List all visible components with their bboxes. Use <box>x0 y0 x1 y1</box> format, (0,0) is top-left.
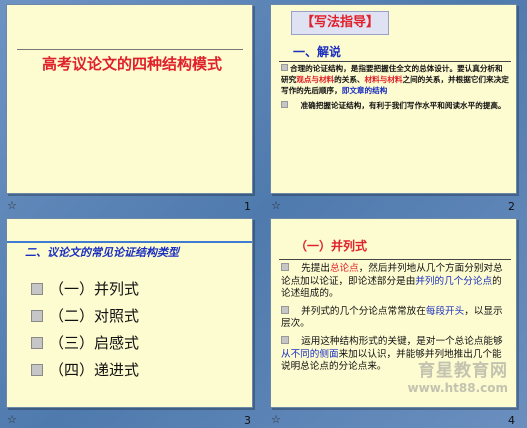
divider-line <box>279 259 511 260</box>
star-icon: ☆ <box>7 199 17 212</box>
bullet-icon <box>31 282 43 295</box>
paragraph: 合理的论证结构，是指要把握住全文的总体设计。要认真分析和研究观点与材料的关系、材… <box>281 64 509 96</box>
list-item: （二）对照式 <box>31 302 139 329</box>
bullet-icon <box>31 336 43 349</box>
bullet-icon <box>281 100 288 108</box>
bullet-icon <box>31 309 43 322</box>
slide-number: 2 <box>508 200 515 213</box>
bullet-icon <box>281 64 288 71</box>
slide-thumbnail-1[interactable]: 高考议论文的四种结构模式 ☆ 1 <box>0 0 263 214</box>
list-item: （一）并列式 <box>31 275 139 302</box>
paragraph: 先提出总论点，然后并列地从几个方面分别对总论点加以论证，即论述部分是由并列的几个… <box>281 263 503 300</box>
paragraph: 准确把握论证结构，有利于我们写作水平和阅读水平的提高。 <box>281 100 509 111</box>
slide-title: 高考议论文的四种结构模式 <box>41 55 222 73</box>
bullet-icon <box>281 305 289 314</box>
list-item: （四）递进式 <box>31 356 139 383</box>
section-heading: 一、解说 <box>293 45 342 59</box>
watermark: 育星教育网 www.ht88.com <box>407 361 508 395</box>
slide-canvas: 二、议论文的常见论证结构类型 （一）并列式 （二）对照式 （三）启感式 （四）递… <box>6 218 253 408</box>
divider-line <box>279 61 511 62</box>
star-icon: ☆ <box>7 413 17 426</box>
bullet-icon <box>281 263 289 271</box>
slide-header: 【写法指导】 <box>291 11 389 35</box>
slide-body: 合理的论证结构，是指要把握住全文的总体设计。要认真分析和研究观点与材料的关系、材… <box>281 63 509 111</box>
star-icon: ☆ <box>271 199 281 212</box>
slide-thumbnail-3[interactable]: 二、议论文的常见论证结构类型 （一）并列式 （二）对照式 （三）启感式 （四）递… <box>0 214 263 428</box>
slide-canvas: （一）并列式 先提出总论点，然后并列地从几个方面分别对总论点加以论证，即论述部分… <box>270 218 517 408</box>
slide-canvas: 【写法指导】 一、解说 合理的论证结构，是指要把握住全文的总体设计。要认真分析和… <box>270 4 517 194</box>
list-item: （三）启感式 <box>31 329 139 356</box>
slide-canvas: 高考议论文的四种结构模式 <box>6 4 253 194</box>
slide-header: 二、议论文的常见论证结构类型 <box>25 246 179 259</box>
slide-number: 4 <box>508 414 515 427</box>
slide-thumbnail-4[interactable]: （一）并列式 先提出总论点，然后并列地从几个方面分别对总论点加以论证，即论述部分… <box>264 214 527 428</box>
divider-line <box>17 49 243 50</box>
slide-header: （一）并列式 <box>295 239 368 253</box>
slide-number: 3 <box>244 414 251 427</box>
slide-number: 1 <box>244 200 251 213</box>
star-icon: ☆ <box>271 413 281 426</box>
bullet-icon <box>281 335 289 344</box>
structure-list: （一）并列式 （二）对照式 （三）启感式 （四）递进式 <box>31 275 139 383</box>
accent-bar <box>7 241 252 243</box>
paragraph: 并列式的几个分论点常常放在每段开头，以显示层次。 <box>281 305 503 330</box>
slide-thumbnail-2[interactable]: 【写法指导】 一、解说 合理的论证结构，是指要把握住全文的总体设计。要认真分析和… <box>264 0 527 214</box>
bullet-icon <box>31 363 43 376</box>
